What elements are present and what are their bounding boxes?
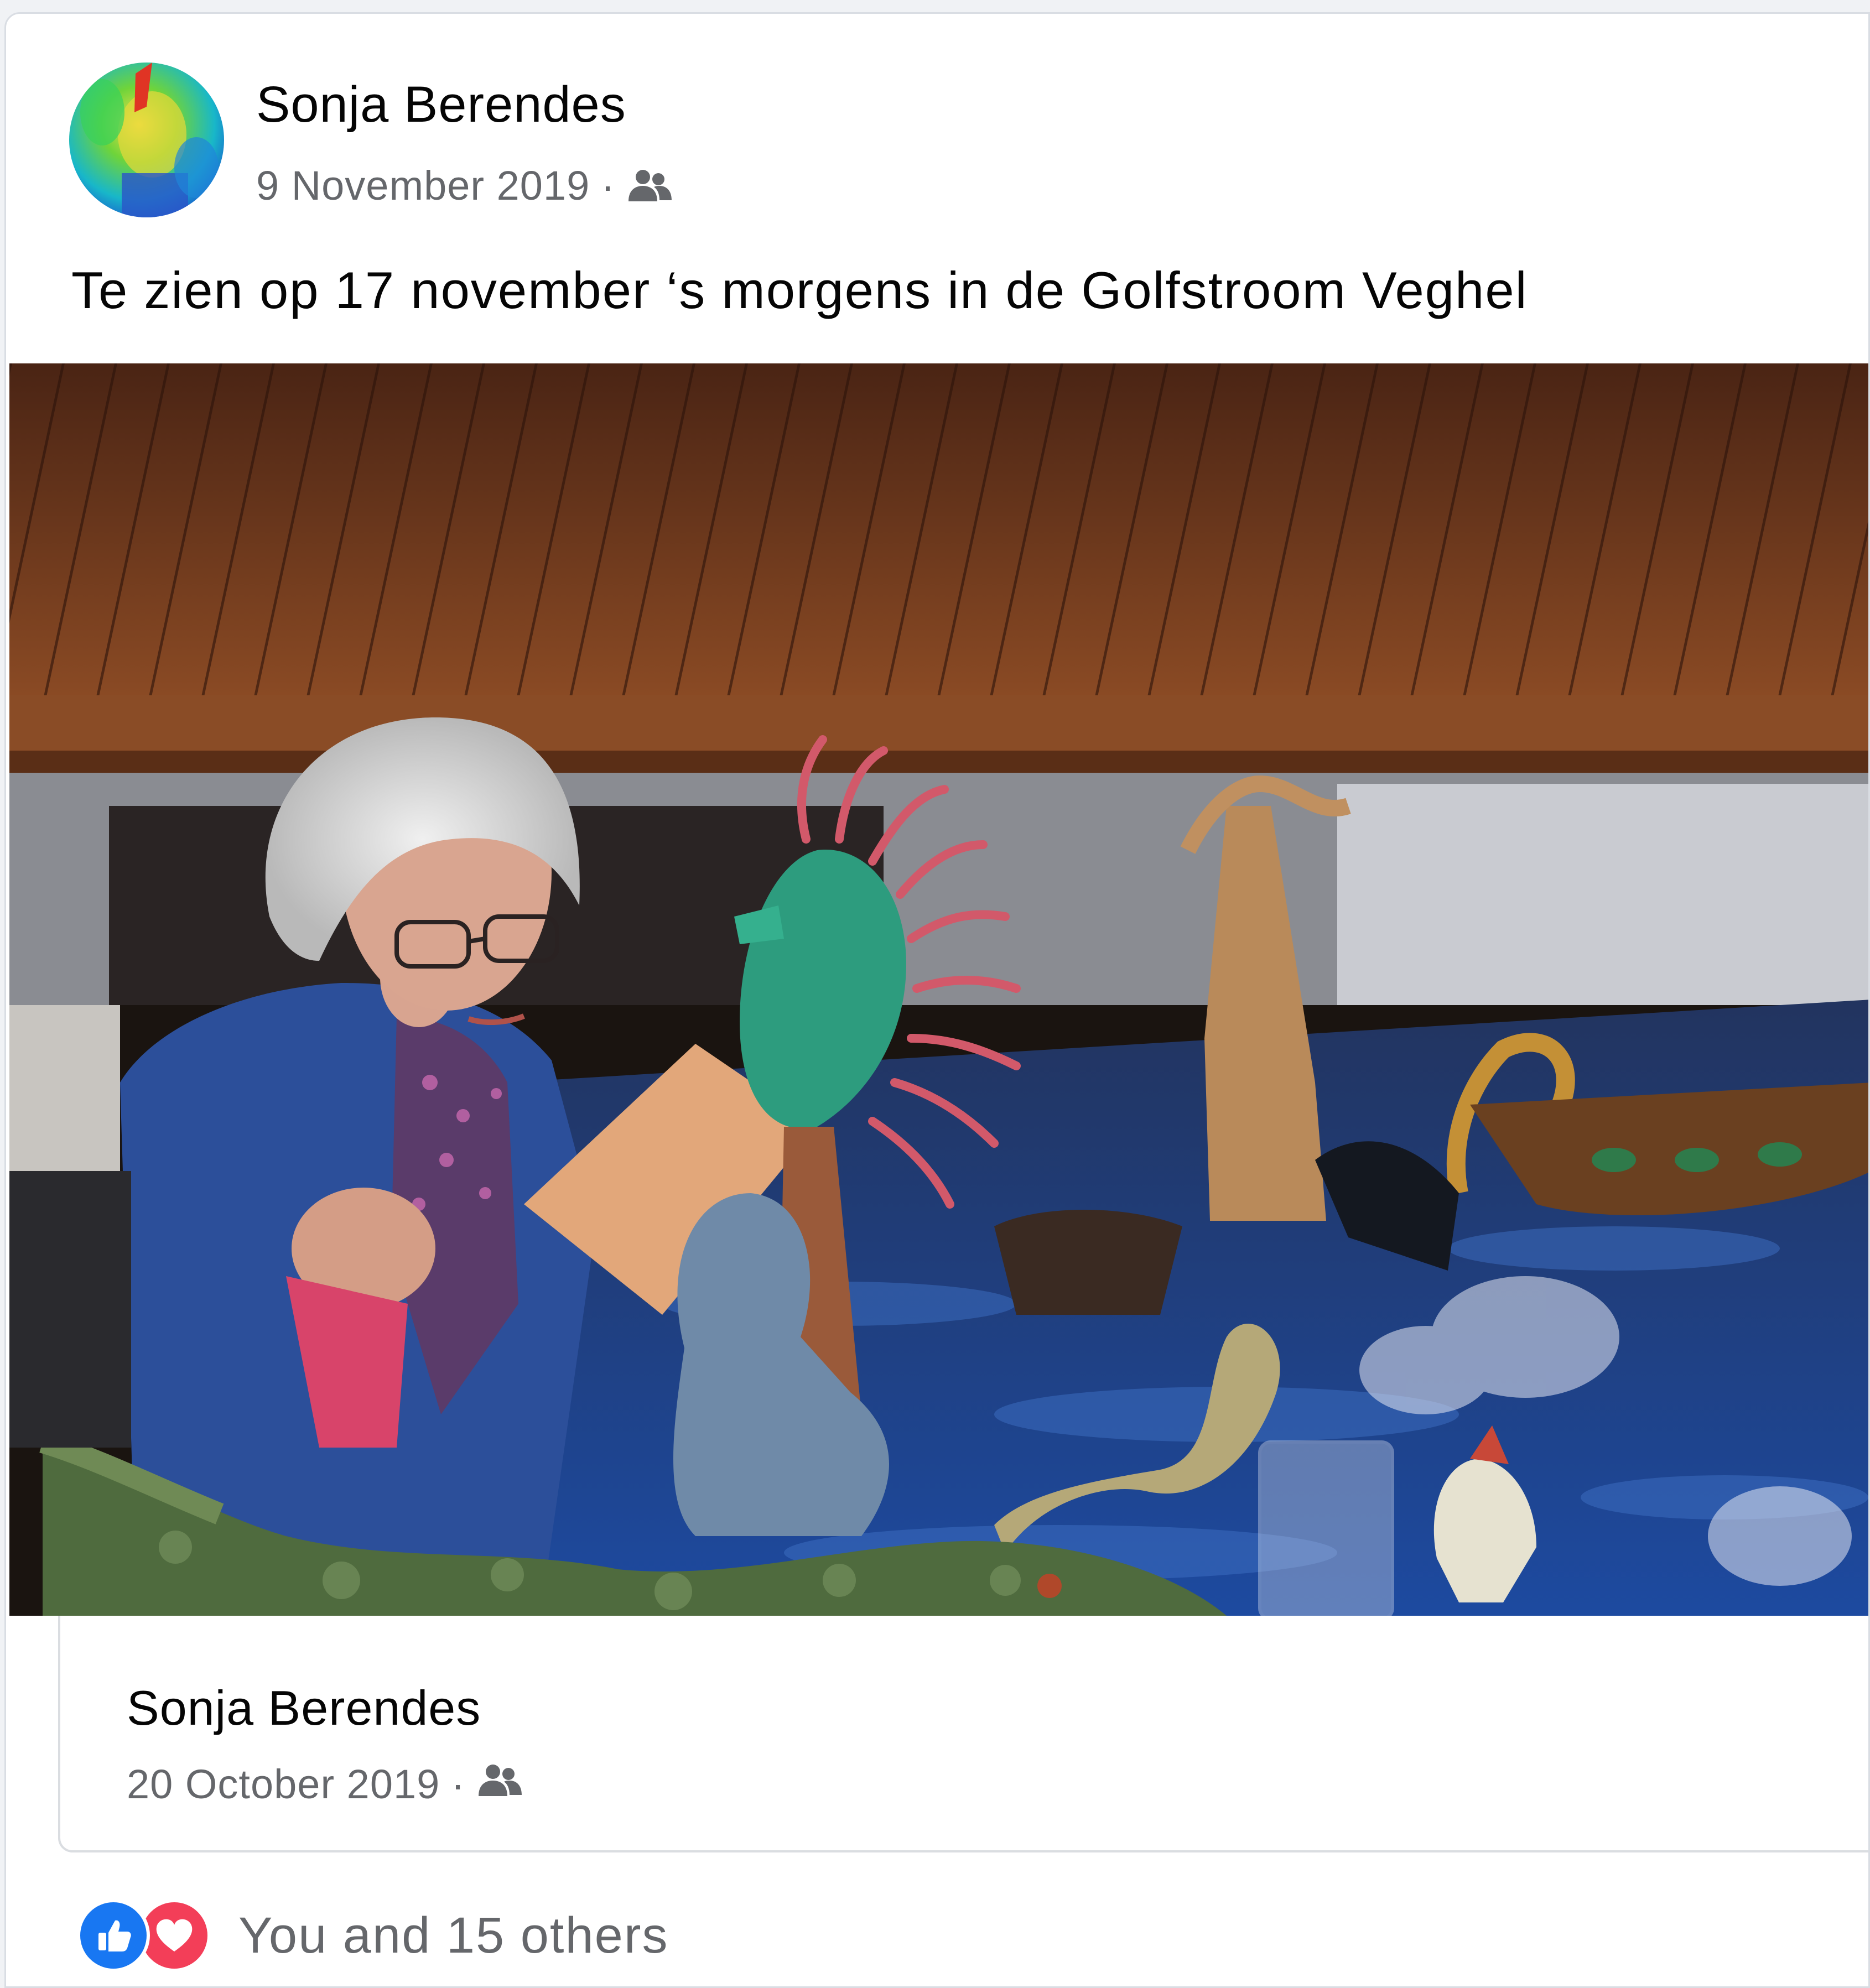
shared-post-author-name[interactable]: Sonja Berendes: [127, 1680, 481, 1736]
author-avatar[interactable]: [69, 63, 224, 217]
post-author-name[interactable]: Sonja Berendes: [256, 76, 626, 134]
post-meta: 9 November 2019 ·: [256, 162, 674, 209]
meta-separator: ·: [601, 163, 615, 209]
post-date[interactable]: 9 November 2019: [256, 162, 590, 209]
post-photo[interactable]: [9, 363, 1868, 1616]
shared-post-date[interactable]: 20 October 2019: [127, 1761, 440, 1808]
shared-post[interactable]: Sonja Berendes 20 October 2019 ·: [58, 1616, 1868, 1852]
reactions-summary[interactable]: You and 15 others: [77, 1899, 668, 1972]
like-icon: [77, 1899, 150, 1972]
shared-post-meta: 20 October 2019 ·: [127, 1761, 524, 1808]
friends-icon[interactable]: [476, 1761, 524, 1808]
post-card: Sonja Berendes 9 November 2019 · Te zien…: [4, 12, 1870, 1988]
meta-separator: ·: [451, 1761, 465, 1807]
reactions-summary-text[interactable]: You and 15 others: [238, 1907, 668, 1965]
friends-icon[interactable]: [626, 168, 674, 204]
post-text: Te zien op 17 november ‘s morgens in de …: [71, 261, 1528, 319]
